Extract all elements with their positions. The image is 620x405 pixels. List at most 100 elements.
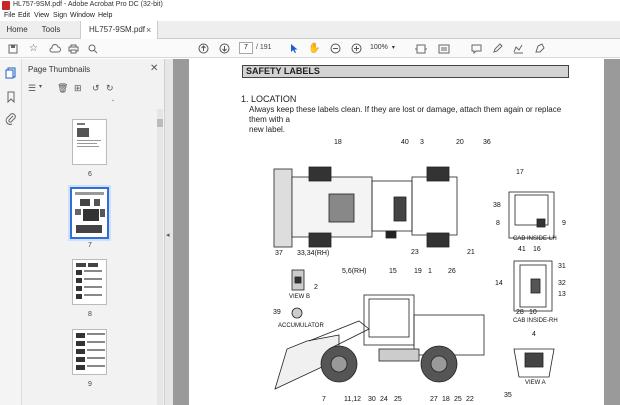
view-a-caption: VIEW A [525, 380, 546, 386]
page-thumbnail-6[interactable] [72, 119, 107, 165]
tab-home[interactable]: Home [2, 21, 32, 39]
view-b-detail [291, 269, 305, 291]
page-thumbnails-panel: Page Thumbnails ✕ ☰ ▾ 🗑 ⊞ ↺ ↻ ⌃ 6 7 8 9 [22, 59, 165, 405]
callout-label: 40 [401, 139, 409, 146]
menu-edit[interactable]: Edit [18, 12, 30, 19]
search-icon[interactable] [86, 42, 99, 55]
callout-label: 28 [516, 309, 524, 316]
menu-view[interactable]: View [34, 12, 49, 19]
callout-label: 3 [420, 139, 424, 146]
zoom-level-dropdown[interactable]: 100% ▾ [370, 42, 406, 54]
machine-side-view [274, 294, 485, 390]
page-thumbnails-icon[interactable] [5, 67, 17, 79]
callout-label: 25 [394, 396, 402, 403]
thumbnail-scrollbar-thumb[interactable] [157, 119, 163, 127]
callout-label: 20 [456, 139, 464, 146]
callout-label: 26 [448, 268, 456, 275]
callout-label: 35 [504, 392, 512, 399]
bookmarks-icon[interactable] [5, 91, 17, 104]
callout-label: 27 [430, 396, 438, 403]
callout-label: 21 [467, 249, 475, 256]
callout-label: 23 [411, 249, 419, 256]
document-canvas[interactable]: SAFETY LABELS 1. LOCATION Always keep th… [173, 59, 620, 405]
callout-label: 15 [389, 268, 397, 275]
view-b-caption: VIEW B [289, 294, 311, 300]
callout-label: 14 [495, 280, 503, 287]
page-thumbnail-8[interactable] [72, 259, 107, 305]
rotate-clockwise-icon[interactable]: ↻ [106, 83, 117, 94]
rotate-counterclockwise-icon[interactable]: ↺ [92, 83, 103, 94]
zoom-out-icon[interactable] [329, 42, 342, 55]
page-number-input[interactable]: 7 [239, 42, 253, 54]
options-menu-icon[interactable]: ☰ [28, 83, 39, 94]
callout-label: 41 [518, 246, 526, 253]
fit-page-icon[interactable] [414, 42, 427, 55]
page-thumbnail-9[interactable] [72, 329, 107, 375]
read-mode-icon[interactable] [437, 42, 450, 55]
menu-window[interactable]: Window [70, 12, 95, 19]
accumulator-caption: ACCUMULATOR [278, 323, 324, 329]
callout-label: 37 [275, 250, 283, 257]
thumbnail-scrollbar[interactable] [157, 109, 163, 405]
callout-label: 7 [322, 396, 326, 403]
panel-splitter[interactable]: ◂ [165, 59, 173, 405]
comment-icon[interactable] [470, 42, 483, 55]
page-thumbnail-7[interactable] [68, 185, 111, 241]
thumbnail-label-6: 6 [88, 171, 92, 178]
cab-inside-rh-caption: CAB INSIDE-RH [513, 318, 558, 324]
bookmark-star-icon[interactable]: ☆ [27, 42, 40, 55]
callout-label: 16 [533, 246, 541, 253]
cab-inside-lh [508, 191, 555, 239]
chevron-down-icon[interactable]: ▾ [39, 83, 50, 94]
callout-label: 36 [483, 139, 491, 146]
tab-tools[interactable]: Tools [36, 21, 66, 39]
thumbnail-label-8: 8 [88, 311, 92, 318]
next-page-icon[interactable] [218, 42, 231, 55]
save-icon[interactable] [6, 42, 19, 55]
callout-label: 13 [558, 291, 566, 298]
select-cursor-icon[interactable] [288, 42, 301, 55]
tab-bar: Home Tools HL757-9SM.pdf × [0, 21, 620, 39]
machine-top-view [273, 166, 458, 248]
callout-label: 5,6(RH) [342, 268, 367, 275]
zoom-level-value: 100% [370, 44, 388, 51]
tab-document-label: HL757-9SM.pdf [89, 25, 146, 34]
window-title: HL757-9SM.pdf - Adobe Acrobat Pro DC (32… [13, 1, 163, 8]
upload-cloud-icon[interactable] [48, 42, 61, 55]
menu-file[interactable]: File [4, 12, 15, 19]
callout-label: 32 [558, 280, 566, 287]
close-tab-icon[interactable]: × [146, 21, 151, 39]
callout-label: 33,34(RH) [297, 250, 330, 257]
highlight-pen-icon[interactable] [491, 42, 504, 55]
attachments-paperclip-icon[interactable] [5, 113, 17, 125]
callout-label: 4 [532, 331, 536, 338]
scroll-up-marker: ⌃ [110, 100, 116, 106]
callout-label: 17 [516, 169, 524, 176]
callout-label: 39 [273, 309, 281, 316]
chevron-down-icon: ▾ [391, 45, 395, 51]
callout-label: 9 [562, 220, 566, 227]
close-panel-icon[interactable]: ✕ [150, 63, 158, 74]
fill-sign-icon[interactable] [533, 42, 546, 55]
delete-pages-icon[interactable]: 🗑 [57, 83, 68, 94]
previous-page-icon[interactable] [197, 42, 210, 55]
callout-label: 22 [466, 396, 474, 403]
menu-help[interactable]: Help [98, 12, 112, 19]
print-icon[interactable] [67, 42, 80, 55]
collapse-panel-arrow-icon[interactable]: ◂ [166, 231, 170, 239]
callout-label: 8 [496, 220, 500, 227]
zoom-in-icon[interactable] [350, 42, 363, 55]
hand-tool-icon[interactable]: ✋ [308, 42, 321, 55]
draw-signature-icon[interactable] [512, 42, 525, 55]
callout-label: 18 [442, 396, 450, 403]
callout-label: 11,12 [344, 396, 361, 403]
panel-title: Page Thumbnails [28, 65, 91, 74]
insert-page-icon[interactable]: ⊞ [74, 83, 85, 94]
accumulator-detail [291, 307, 303, 319]
menu-sign[interactable]: Sign [53, 12, 67, 19]
callout-label: 38 [493, 202, 501, 209]
thumbnail-label-9: 9 [88, 381, 92, 388]
cab-inside-lh-caption: CAB INSIDE-LH [513, 236, 557, 242]
safety-label-diagram [273, 166, 555, 390]
callout-label: 10 [529, 309, 537, 316]
